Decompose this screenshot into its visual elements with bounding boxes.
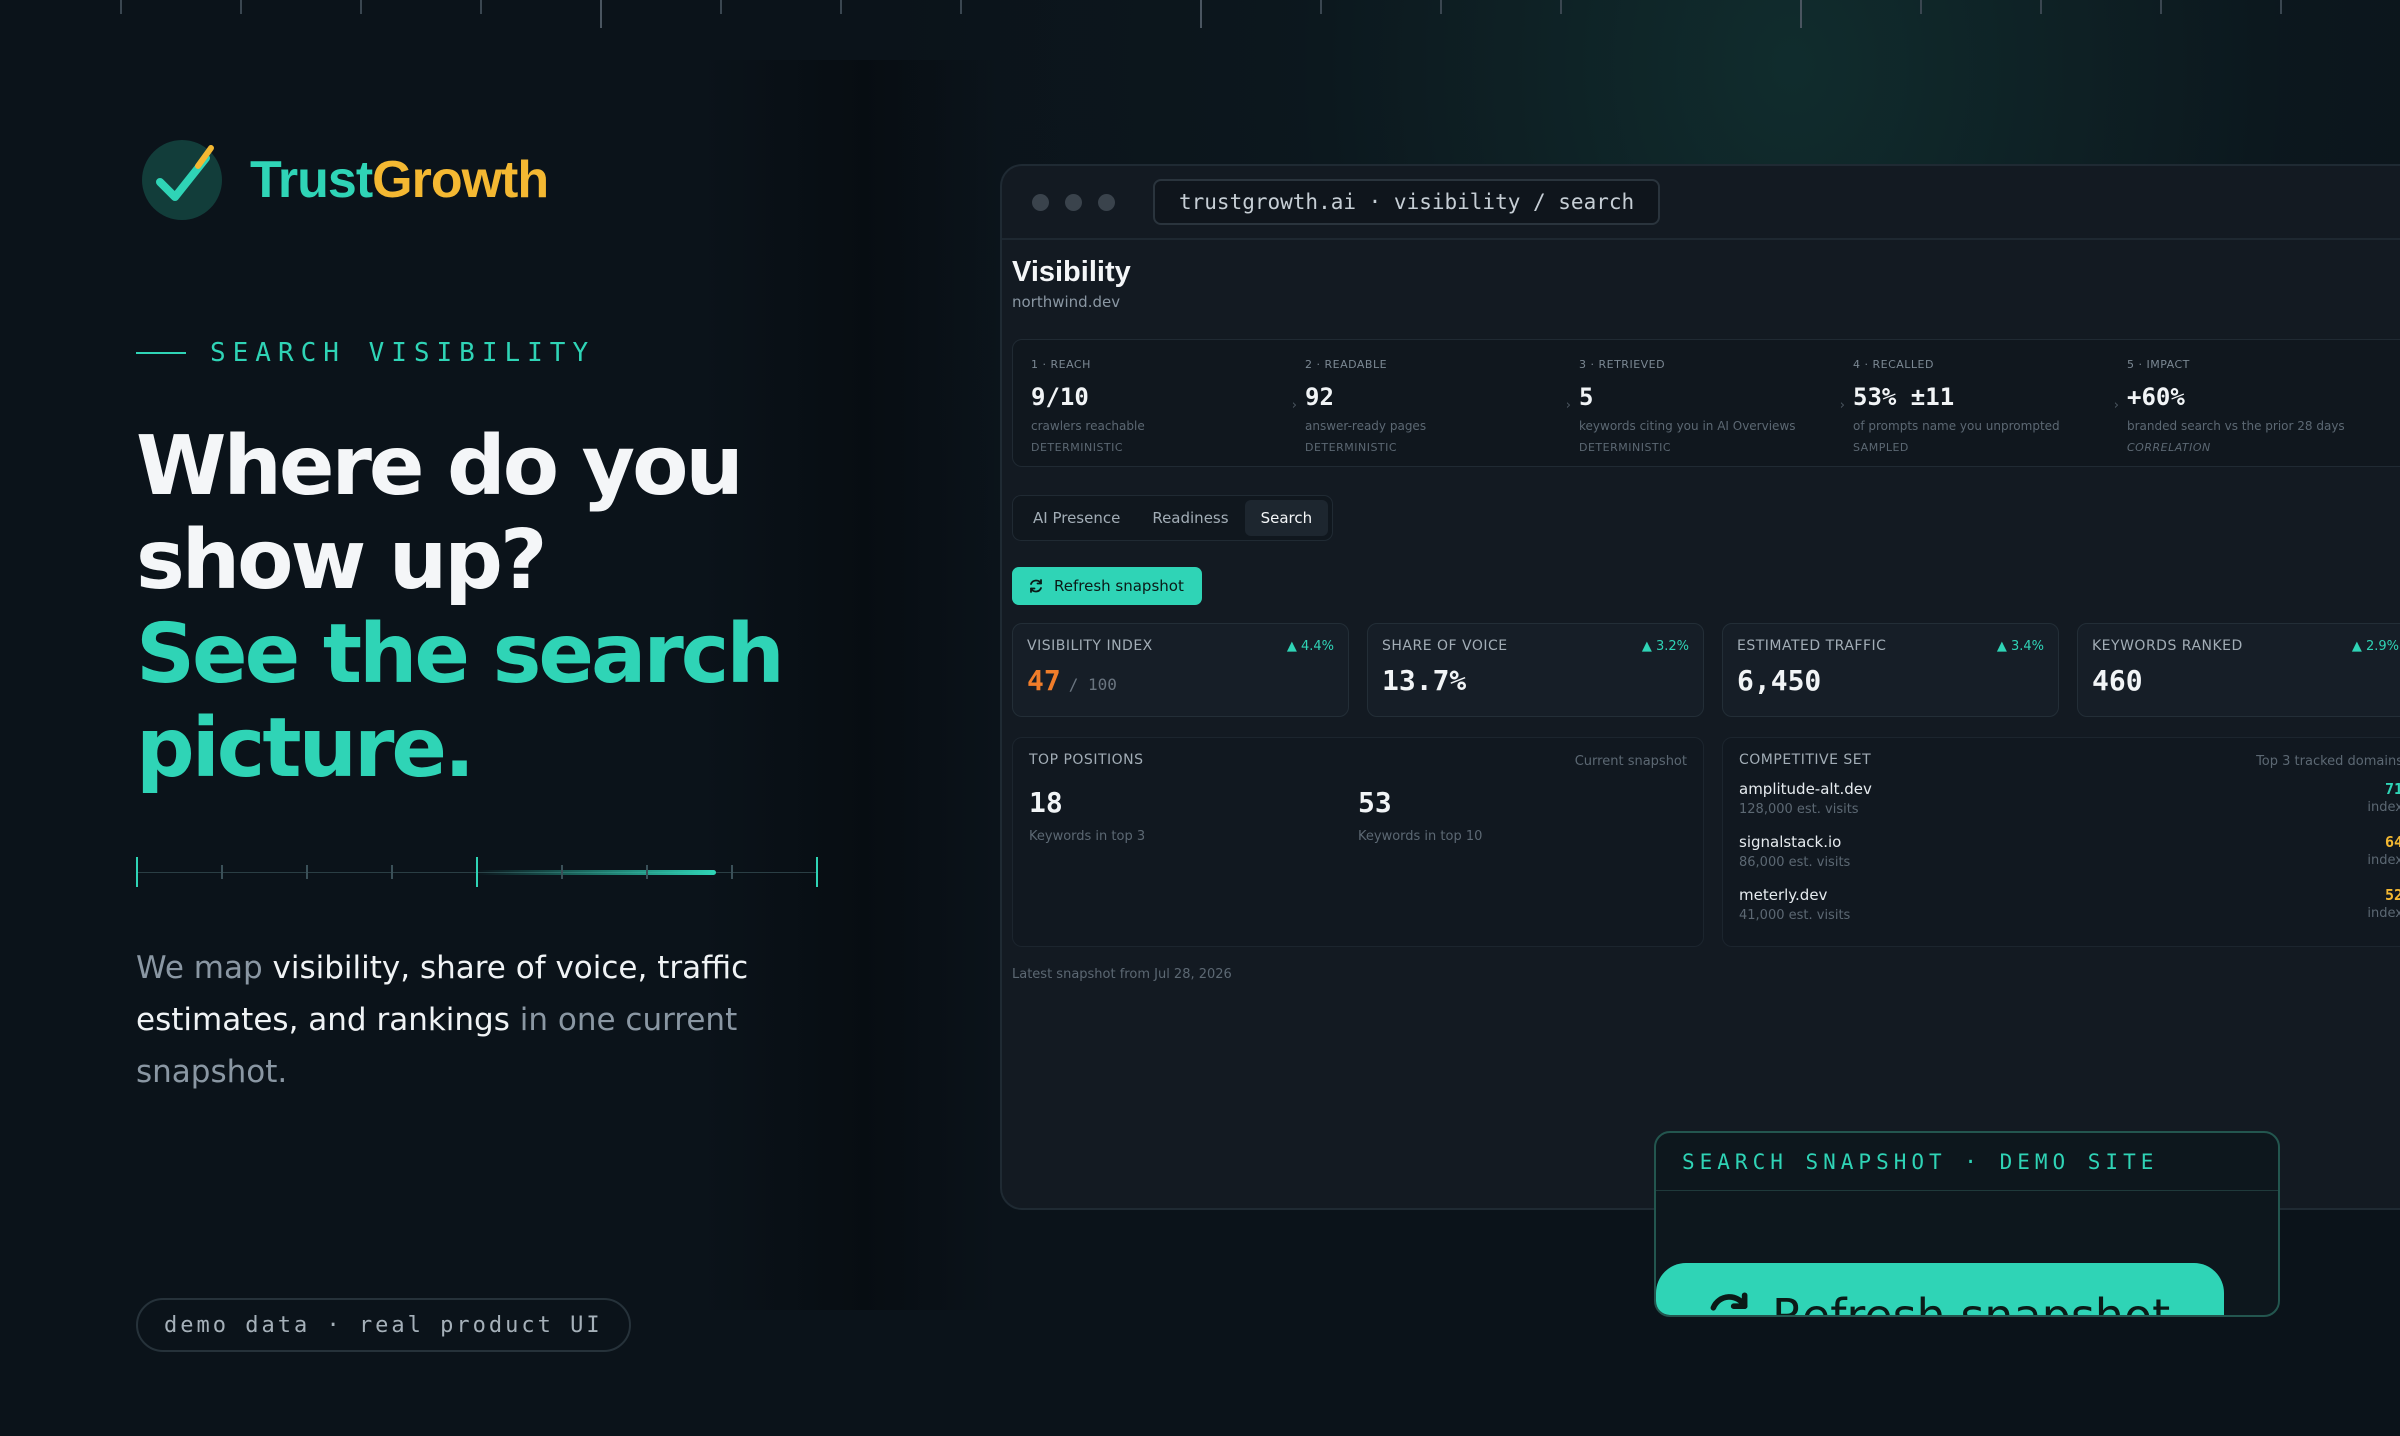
headline-line-2: See the search picture. [136, 607, 785, 796]
window-minimize-dot[interactable] [1065, 193, 1082, 211]
chevron-right-icon: › [2113, 398, 2119, 413]
trend-up-badge: ▲ 4.4% [1286, 639, 1334, 654]
top-positions-panel: TOP POSITIONS Current snapshot 18 Keywor… [1012, 737, 1704, 947]
top-positions-top3: 18 Keywords in top 3 [1029, 786, 1146, 844]
chevron-right-icon: › [1565, 398, 1571, 413]
top-positions-top10: 53 Keywords in top 10 [1358, 786, 1483, 844]
detail-panels: TOP POSITIONS Current snapshot 18 Keywor… [1012, 737, 2400, 947]
brand-logo[interactable]: TrustGrowth [140, 138, 549, 222]
demo-badge: demo data · real product UI [136, 1298, 631, 1352]
snapshot-card-title: SEARCH SNAPSHOT · DEMO SITE [1656, 1133, 2278, 1191]
large-refresh-button-label: Refresh snapshot [1772, 1289, 2171, 1317]
metric-estimated-traffic: ESTIMATED TRAFFIC ▲ 3.4% 6,450 [1722, 623, 2059, 717]
refresh-button-label: Refresh snapshot [1054, 577, 1184, 595]
section-eyebrow: SEARCH VISIBILITY [136, 338, 595, 368]
headline-line-1: Where do you show up? [136, 419, 744, 608]
eyebrow-line [136, 352, 186, 354]
metric-share-of-voice: SHARE OF VOICE ▲ 3.2% 13.7% [1367, 623, 1704, 717]
snapshot-footnote: Latest snapshot from Jul 28, 2026 [1012, 967, 1232, 982]
trend-up-badge: ▲ 3.4% [1996, 639, 2044, 654]
page-title: Visibility [1012, 256, 1131, 288]
top-ruler [0, 0, 2400, 30]
search-snapshot-card: SEARCH SNAPSHOT · DEMO SITE Refresh snap… [1654, 1131, 2280, 1317]
metric-visibility-index: VISIBILITY INDEX ▲ 4.4% 47/ 100 [1012, 623, 1349, 717]
trend-up-badge: ▲ 3.2% [1641, 639, 1689, 654]
funnel-steps: 1 · REACH 9/10 crawlers reachable DETERM… [1012, 339, 2400, 467]
metric-cards: VISIBILITY INDEX ▲ 4.4% 47/ 100 SHARE OF… [1012, 623, 2400, 717]
checkmark-logo-icon [142, 140, 222, 220]
metric-keywords-ranked: KEYWORDS RANKED ▲ 2.9% 460 [2077, 623, 2400, 717]
step-recalled: 4 · RECALLED 53% ±11 of prompts name you… [1853, 358, 2119, 454]
page-content: Visibility northwind.dev 1 · REACH 9/10 … [1002, 240, 2400, 982]
hero-headline: Where do you show up? See the search pic… [136, 420, 956, 796]
step-retrieved: 3 · RETRIEVED 5 keywords citing you in A… [1579, 358, 1845, 454]
competitor-row[interactable]: amplitude-alt.dev 128,000 est. visits 71… [1739, 780, 2400, 820]
window-maximize-dot[interactable] [1098, 193, 1115, 211]
page-domain: northwind.dev [1012, 293, 1121, 311]
refresh-snapshot-button[interactable]: Refresh snapshot [1012, 567, 1202, 605]
progress-ruler [136, 856, 818, 888]
competitor-row[interactable]: signalstack.io 86,000 est. visits 64 ind… [1739, 833, 2400, 873]
address-bar[interactable]: trustgrowth.ai · visibility / search [1153, 179, 1661, 225]
app-window: trustgrowth.ai · visibility / search Vis… [1000, 164, 2400, 1210]
eyebrow-text: SEARCH VISIBILITY [210, 338, 596, 368]
view-tabs: AI Presence Readiness Search [1012, 495, 1334, 541]
refresh-icon [1030, 579, 1042, 593]
step-reach: 1 · REACH 9/10 crawlers reachable DETERM… [1031, 358, 1297, 454]
competitive-set-panel: COMPETITIVE SET Top 3 tracked domains am… [1722, 737, 2400, 947]
trend-up-badge: ▲ 2.9% [2351, 639, 2399, 654]
competitor-row[interactable]: meterly.dev 41,000 est. visits 52 index [1739, 886, 2400, 926]
chevron-right-icon: › [1291, 398, 1297, 413]
step-readable: 2 · READABLE 92 answer-ready pages DETER… [1305, 358, 1571, 454]
refresh-icon [1710, 1292, 1748, 1311]
window-titlebar: trustgrowth.ai · visibility / search [1002, 166, 2400, 240]
large-refresh-snapshot-button[interactable]: Refresh snapshot [1656, 1263, 2224, 1317]
brand-name: TrustGrowth [250, 151, 549, 209]
chevron-right-icon: › [1839, 398, 1845, 413]
tab-ai-presence[interactable]: AI Presence [1017, 500, 1136, 536]
step-impact: 5 · IMPACT +60% branded search vs the pr… [2127, 358, 2345, 454]
tab-readiness[interactable]: Readiness [1136, 500, 1244, 536]
hero-description: We map visibility, share of voice, traff… [136, 950, 749, 1090]
window-close-dot[interactable] [1032, 193, 1049, 211]
tab-search[interactable]: Search [1244, 500, 1329, 536]
